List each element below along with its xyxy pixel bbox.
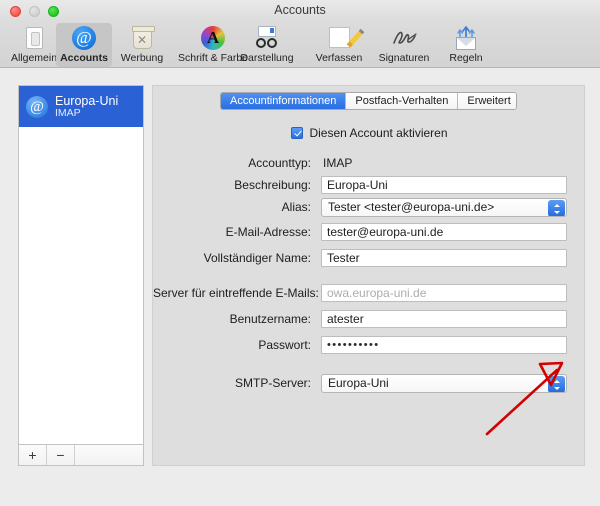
field-label: Beschreibung:	[234, 178, 311, 192]
field-label: SMTP-Server:	[234, 376, 311, 390]
field-row-incoming-server: Server für eintreffende E-Mails: owa.eur…	[153, 284, 586, 302]
rules-icon	[453, 25, 479, 51]
tab-erweitert[interactable]: Erweitert	[458, 93, 516, 109]
beschreibung-input[interactable]: Europa-Uni	[321, 176, 567, 194]
compose-icon	[326, 25, 352, 51]
enable-account-row[interactable]: Diesen Account aktivieren	[153, 126, 586, 140]
account-type: IMAP	[55, 106, 81, 119]
field-label: Alias:	[281, 200, 311, 214]
alias-popup-button[interactable]: Tester <tester@europa-uni.de>	[321, 198, 567, 217]
accounts-list-footer: + −	[18, 445, 144, 466]
field-label: E-Mail-Adresse:	[225, 225, 311, 239]
toolbar-item-signaturen[interactable]: Signaturen	[366, 23, 442, 67]
field-row-email: E-Mail-Adresse: tester@europa-uni.de	[153, 223, 586, 241]
field-row-fullname: Vollständiger Name: Tester	[153, 249, 586, 267]
settings-tab-bar: Accountinformationen Postfach-Verhalten …	[220, 92, 517, 110]
incoming-mail-server-input[interactable]: owa.europa-uni.de	[321, 284, 567, 302]
enable-account-label: Diesen Account aktivieren	[309, 126, 448, 140]
font-color-icon: A	[200, 25, 226, 51]
toolbar-item-regeln[interactable]: Regeln	[438, 23, 494, 67]
alias-popup-value: Tester <tester@europa-uni.de>	[328, 200, 495, 214]
viewing-icon	[254, 25, 280, 51]
toolbar-item-label: Allgemein	[10, 52, 58, 64]
toolbar-item-label: Signaturen	[378, 52, 430, 64]
username-input[interactable]: atester	[321, 310, 567, 328]
toolbar-item-accounts[interactable]: @ Accounts	[56, 23, 112, 67]
smtp-server-value: Europa-Uni	[328, 376, 389, 390]
full-name-input[interactable]: Tester	[321, 249, 567, 267]
toolbar-item-werbung[interactable]: Werbung	[112, 23, 172, 67]
field-label: Passwort:	[258, 338, 311, 352]
email-address-input[interactable]: tester@europa-uni.de	[321, 223, 567, 241]
field-row-beschreibung: Beschreibung: Europa-Uni	[153, 176, 586, 194]
field-label: Accounttyp:	[248, 156, 311, 170]
toolbar-item-verfassen[interactable]: Verfassen	[304, 23, 374, 67]
toolbar-item-label: Werbung	[120, 52, 164, 64]
password-input[interactable]: ••••••••••	[321, 336, 567, 354]
signature-icon	[391, 25, 417, 51]
field-row-smtp-server: SMTP-Server: Europa-Uni	[153, 374, 586, 393]
general-icon	[21, 25, 47, 51]
account-list-item[interactable]: @ Europa-Uni IMAP	[19, 86, 143, 127]
accounttyp-value: IMAP	[323, 156, 353, 170]
footer-spacer	[75, 445, 143, 465]
field-row-passwort: Passwort: ••••••••••	[153, 336, 586, 354]
chevron-updown-icon[interactable]	[548, 200, 565, 216]
field-row-benutzername: Benutzername: atester	[153, 310, 586, 328]
toolbar-item-label: Darstellung	[240, 52, 294, 64]
field-label: Benutzername:	[229, 312, 311, 326]
tab-postfach-verhalten[interactable]: Postfach-Verhalten	[346, 93, 459, 109]
preferences-window: Accounts Allgemein @ Accounts Werbung A …	[0, 0, 600, 506]
account-at-icon: @	[26, 95, 48, 118]
junk-trash-icon	[129, 25, 155, 51]
smtp-server-popup[interactable]: Europa-Uni	[321, 374, 567, 393]
accounts-list[interactable]: @ Europa-Uni IMAP	[18, 85, 144, 445]
field-label: Server für eintreffende E-Mails:	[153, 286, 319, 300]
toolbar-item-label: Accounts	[60, 52, 108, 64]
field-label: Vollständiger Name:	[203, 251, 311, 265]
add-account-button[interactable]: +	[19, 445, 47, 465]
account-name: Europa-Uni	[55, 93, 119, 108]
toolbar-item-label: Verfassen	[315, 52, 363, 64]
tab-accountinformationen[interactable]: Accountinformationen	[221, 93, 347, 109]
remove-account-button[interactable]: −	[47, 445, 75, 465]
at-sign-icon: @	[71, 25, 97, 51]
field-row-accounttyp: Accounttyp: IMAP	[153, 154, 586, 172]
toolbar-item-label: Regeln	[449, 52, 483, 64]
toolbar-item-darstellung[interactable]: Darstellung	[227, 23, 307, 67]
toolbar-item-allgemein[interactable]: Allgemein	[4, 23, 64, 67]
enable-account-checkbox[interactable]	[291, 127, 304, 139]
preferences-body: @ Europa-Uni IMAP + − Accountinformation…	[0, 68, 600, 506]
titlebar: Accounts	[0, 0, 600, 22]
chevron-updown-icon[interactable]	[548, 376, 565, 392]
window-title: Accounts	[274, 3, 326, 17]
account-settings-panel: Accountinformationen Postfach-Verhalten …	[152, 85, 585, 466]
preferences-toolbar: Allgemein @ Accounts Werbung A Schrift &…	[0, 22, 600, 68]
field-row-alias: Alias: Tester <tester@europa-uni.de>	[153, 198, 586, 217]
